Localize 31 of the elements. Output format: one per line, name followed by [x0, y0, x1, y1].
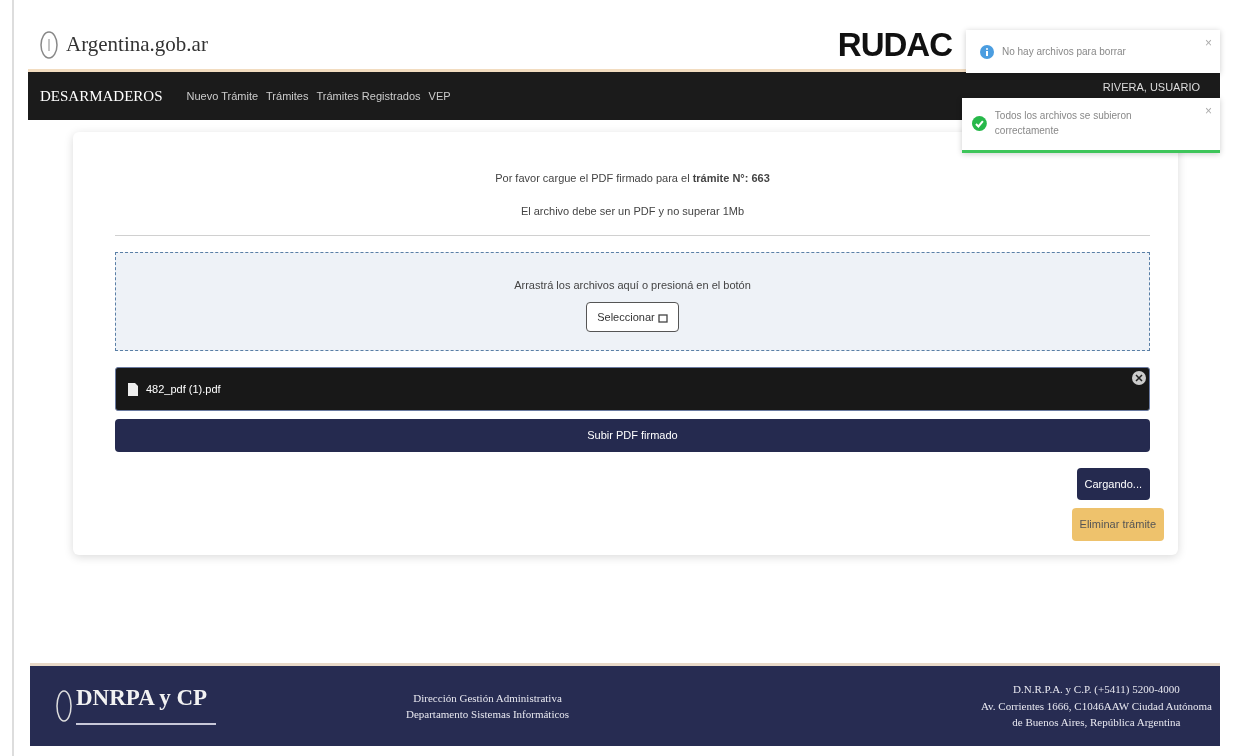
footer-text: Departamento Sistemas Informáticos — [406, 707, 570, 722]
shield-icon — [40, 29, 58, 60]
nav-link[interactable]: Trámites — [266, 87, 309, 105]
remove-file-button[interactable] — [1132, 371, 1146, 385]
dropzone[interactable]: Arrastrá los archivos aquí o presioná en el botón Seleccionar — [115, 252, 1150, 351]
file-icon — [128, 382, 138, 396]
select-button[interactable]: Seleccionar — [586, 301, 679, 332]
close-icon — [1132, 371, 1146, 385]
nav-link[interactable]: Trámites Registrados — [316, 87, 421, 105]
footer-text: D.N.R.P.A. y C.P. (+5411) 5200-4000 — [1012, 682, 1181, 698]
footer-text: Dirección Gestión Administrativa — [412, 690, 563, 706]
notification-message: No hay archivos para borrar — [1002, 45, 1126, 59]
info-icon — [980, 44, 994, 59]
dropzone-text: Arrastrá los archivos aquí o presioná en el botón — [513, 278, 752, 293]
user-menu[interactable]: RIVERA, USUARIO — [1102, 78, 1200, 96]
file-name: 482_pdf (1).pdf — [146, 381, 221, 397]
delete-button[interactable]: Eliminar trámite — [1071, 508, 1164, 541]
brand-logo: RUDAC — [837, 24, 952, 65]
check-icon — [972, 115, 987, 131]
instruction-text: Por favor cargue el PDF firmado para el trámite N°: 663 — [494, 171, 771, 186]
footer-text: Av. Corrientes 1666, C1046AAW Ciudad Autónoma — [980, 698, 1212, 714]
nav-link[interactable]: Nuevo Trámite — [186, 87, 259, 105]
shield-icon — [56, 689, 72, 723]
footer-text: de Buenos Aires, República Argentina — [1011, 715, 1182, 731]
requirement-text: El archivo debe ser un PDF y no superar 1Mb — [519, 203, 746, 219]
notification-message: Todos los archivos se subieron correctamente — [994, 109, 1133, 138]
site-name[interactable]: Argentina.gob.ar — [66, 28, 208, 61]
footer-logo-text: DNRPA y CP — [76, 683, 209, 712]
upload-button[interactable]: Subir PDF firmado — [115, 419, 1150, 452]
navbar-title[interactable]: DESARMADEROS — [40, 84, 163, 108]
nav-link[interactable]: VEP — [428, 87, 451, 105]
